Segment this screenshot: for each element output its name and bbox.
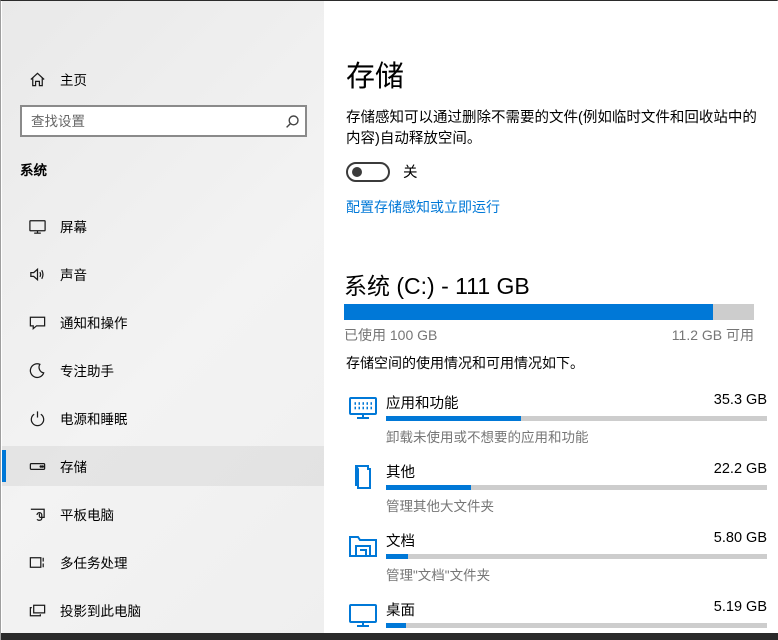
- tablet-icon: [27, 504, 47, 524]
- search-input[interactable]: [22, 113, 279, 129]
- category-size: 22.2 GB: [713, 461, 767, 477]
- category-size: 5.19 GB: [713, 599, 767, 615]
- sidebar-item-label: 专注助手: [60, 364, 114, 379]
- documents-icon: [346, 529, 380, 563]
- category-bar: [386, 485, 767, 490]
- notifications-icon: [27, 312, 47, 332]
- sidebar-item-label: 存储: [60, 460, 87, 475]
- storage-sense-toggle[interactable]: [346, 161, 390, 182]
- sidebar-item-label: 电源和睡眠: [60, 412, 128, 427]
- sidebar-item-label: 多任务处理: [60, 556, 128, 571]
- settings-window: ← 设置 — ✕ 主页 系统: [0, 0, 778, 640]
- sidebar-item-focus-assist[interactable]: 专注助手: [2, 350, 324, 390]
- category-subtitle: 卸载未使用或不想要的应用和功能: [386, 430, 589, 445]
- desktop-icon: [346, 598, 380, 632]
- drive-usage-bar-fill: [344, 304, 713, 320]
- category-bar-fill: [386, 554, 409, 559]
- sidebar-item-home[interactable]: 主页: [2, 61, 324, 97]
- used-space-label: 已使用 100 GB: [344, 327, 438, 343]
- category-row-other[interactable]: 其他 22.2 GB 管理其他大文件夹: [346, 458, 767, 527]
- sidebar-item-label: 声音: [60, 268, 87, 283]
- multitasking-icon: [27, 552, 47, 572]
- category-name: 桌面: [386, 603, 415, 619]
- drive-usage-bar: [344, 304, 754, 320]
- category-name: 应用和功能: [386, 396, 459, 412]
- category-bar: [386, 416, 767, 421]
- sidebar-item-power-sleep[interactable]: 电源和睡眠: [2, 398, 324, 438]
- category-name: 其他: [386, 465, 415, 481]
- sidebar-item-label: 投影到此电脑: [60, 604, 141, 619]
- drive-heading: 系统 (C:) - 111 GB: [344, 273, 530, 299]
- display-icon: [27, 216, 47, 236]
- sidebar-nav-list: 屏幕 声音 通知和操作 专注助手 电源和睡眠 存储 平板电脑 多任务处理 投影到…: [2, 206, 324, 638]
- apps-icon: [346, 391, 380, 425]
- main-content: 存储 存储感知可以通过删除不需要的文件(例如临时文件和回收站中的内容)自动释放空…: [324, 1, 778, 640]
- page-title: 存储: [346, 61, 405, 93]
- sidebar-item-label: 通知和操作: [60, 316, 128, 331]
- storage-icon: [27, 456, 47, 476]
- selected-indicator: [2, 450, 6, 482]
- category-subtitle: 管理"文档"文件夹: [386, 568, 491, 583]
- sidebar-item-sound[interactable]: 声音: [2, 254, 324, 294]
- category-subtitle: 管理其他大文件夹: [386, 499, 494, 514]
- drive-usage-labels: 已使用 100 GB 11.2 GB 可用: [344, 325, 754, 345]
- category-bar-fill: [386, 485, 471, 490]
- sidebar-item-display[interactable]: 屏幕: [2, 206, 324, 246]
- sidebar-item-project[interactable]: 投影到此电脑: [2, 590, 324, 630]
- power-icon: [27, 408, 47, 428]
- category-row-documents[interactable]: 文档 5.80 GB 管理"文档"文件夹: [346, 527, 767, 596]
- category-name: 文档: [386, 534, 415, 550]
- storage-category-list: 应用和功能 35.3 GB 卸载未使用或不想要的应用和功能 其他 22.2 GB…: [346, 389, 767, 640]
- toggle-knob-icon: [352, 166, 362, 177]
- settings-search-box: [20, 105, 307, 137]
- sidebar-item-label: 屏幕: [60, 220, 87, 235]
- category-bar: [386, 623, 767, 628]
- category-size: 5.80 GB: [713, 530, 767, 546]
- search-icon[interactable]: [279, 108, 305, 134]
- sidebar-item-label: 主页: [60, 73, 87, 88]
- storage-sense-toggle-row: 关: [346, 161, 418, 182]
- home-icon: [27, 69, 47, 89]
- category-bar: [386, 554, 767, 559]
- configure-storage-sense-link[interactable]: 配置存储感知或立即运行: [346, 197, 500, 217]
- usage-caption: 存储空间的使用情况和可用情况如下。: [346, 355, 584, 371]
- bottom-edge-strip: [1, 633, 778, 640]
- focus-assist-icon: [27, 360, 47, 380]
- sidebar: 主页 系统 屏幕 声音: [2, 1, 324, 634]
- category-row-apps[interactable]: 应用和功能 35.3 GB 卸载未使用或不想要的应用和功能: [346, 389, 767, 458]
- category-bar-fill: [386, 623, 406, 628]
- category-size: 35.3 GB: [713, 392, 767, 408]
- speaker-icon: [27, 264, 47, 284]
- other-folders-icon: [346, 460, 380, 494]
- category-bar-fill: [386, 416, 522, 421]
- sidebar-item-storage[interactable]: 存储: [2, 446, 324, 486]
- sidebar-item-label: 平板电脑: [60, 508, 114, 523]
- sidebar-item-tablet[interactable]: 平板电脑: [2, 494, 324, 534]
- toggle-state-label: 关: [403, 165, 418, 181]
- project-icon: [27, 600, 47, 620]
- sidebar-section-system: 系统: [20, 163, 47, 178]
- sidebar-item-multitasking[interactable]: 多任务处理: [2, 542, 324, 582]
- free-space-label: 11.2 GB 可用: [671, 327, 754, 343]
- storage-sense-description: 存储感知可以通过删除不需要的文件(例如临时文件和回收站中的内容)自动释放空间。: [346, 110, 757, 147]
- sidebar-item-notifications[interactable]: 通知和操作: [2, 302, 324, 342]
